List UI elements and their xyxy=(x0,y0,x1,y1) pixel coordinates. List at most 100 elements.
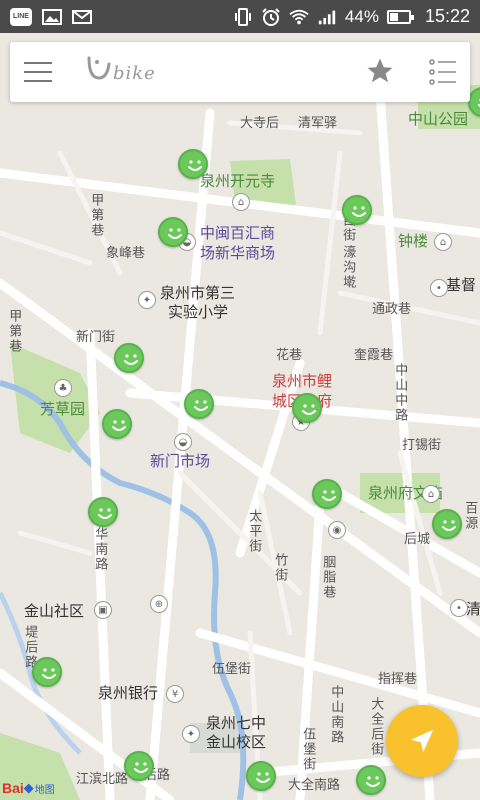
clinic-poi-icon[interactable]: • xyxy=(450,599,468,617)
map-label: 新门街 xyxy=(76,330,116,345)
park-poi-icon[interactable]: ♣ xyxy=(54,379,72,397)
school-poi-icon[interactable]: ✦ xyxy=(182,725,200,743)
bike-station-marker[interactable] xyxy=(32,657,62,687)
map-label: 泉州七中 xyxy=(206,714,267,732)
map-label: 新门市场 xyxy=(150,452,211,470)
map-label: 后城 xyxy=(404,532,431,547)
bank-poi-icon[interactable]: ¥ xyxy=(166,685,184,703)
map-label: 大全南路 xyxy=(288,778,341,793)
gallery-icon xyxy=(42,8,62,25)
map-label: 钟楼 xyxy=(398,232,429,250)
status-bar: LINE 44% 15:22 xyxy=(0,0,480,33)
bike-station-marker[interactable] xyxy=(124,751,154,781)
battery-icon xyxy=(386,9,414,24)
menu-line xyxy=(24,62,52,64)
status-notifications: LINE xyxy=(10,7,92,26)
baidu-map-word: 地图 xyxy=(34,784,55,796)
bike-station-marker[interactable] xyxy=(184,389,214,419)
map-label: 大寺后 xyxy=(240,116,280,131)
favorites-button[interactable] xyxy=(365,56,395,86)
map-label: 甲第巷 xyxy=(88,193,104,238)
ubike-logo: bike xyxy=(85,54,195,88)
map-label: 清 xyxy=(466,600,480,618)
logo-text: bike xyxy=(113,63,156,84)
baidu-brand: Bai xyxy=(2,780,24,796)
star-icon xyxy=(367,58,393,83)
map-label: 清军驿 xyxy=(298,116,338,131)
status-system: 44% 15:22 xyxy=(233,6,470,27)
bike-station-marker[interactable] xyxy=(114,343,144,373)
menu-line xyxy=(24,80,52,82)
vibrate-icon xyxy=(234,7,251,26)
battery-fill xyxy=(389,12,398,21)
transit-poi-icon[interactable]: ◉ xyxy=(328,521,346,539)
bike-station-marker[interactable] xyxy=(246,761,276,791)
map-label: 大全后街 xyxy=(368,697,384,757)
list-icon xyxy=(429,59,456,85)
map-label: 伍堡街 xyxy=(300,727,316,772)
locate-me-button[interactable] xyxy=(386,705,458,777)
baidu-paw-icon: ◆ xyxy=(23,780,34,795)
temple-poi-icon[interactable]: ⌂ xyxy=(422,485,440,503)
alarm-icon xyxy=(262,7,280,26)
top-app-bar: bike xyxy=(10,42,470,102)
map-label: 金山社区 xyxy=(24,602,85,620)
map-label: 甲第巷 xyxy=(6,309,22,354)
map-label: 泉州市第三 xyxy=(160,284,236,302)
map-label: 华南路 xyxy=(92,527,108,572)
map-label: 伍堡街 xyxy=(212,662,252,677)
bike-station-marker[interactable] xyxy=(432,509,462,539)
map-label: 中山中路 xyxy=(392,363,408,423)
map-label: 中山南路 xyxy=(328,685,344,745)
menu-button[interactable] xyxy=(24,58,52,86)
school-poi-icon[interactable]: ✦ xyxy=(138,291,156,309)
map-view[interactable]: 大寺后 清军驿 中山公园 泉州开元寺 中闽百汇商 场新华商场 象峰巷 西街 濠沟墘 钟楼 基督 泉州市… xyxy=(0,33,480,800)
map-label: 竹街 xyxy=(272,553,288,583)
navigation-arrow-icon xyxy=(410,729,434,753)
mail-icon xyxy=(72,9,92,24)
map-label: 江滨北路 xyxy=(76,772,129,787)
map-label: 花巷 xyxy=(276,348,303,363)
map-label: 指挥巷 xyxy=(378,672,418,687)
map-label: 通政巷 xyxy=(372,302,412,317)
map-label: 基督 xyxy=(446,276,477,294)
map-label: 泉州银行 xyxy=(98,684,159,702)
bike-station-marker[interactable] xyxy=(158,217,188,247)
clock: 15:22 xyxy=(424,6,470,26)
bell-tower-poi-icon[interactable]: ⌂ xyxy=(434,233,452,251)
map-label: 金山校区 xyxy=(206,733,267,751)
bike-station-marker[interactable] xyxy=(88,497,118,527)
bike-station-marker[interactable] xyxy=(178,149,208,179)
map-label: 百源 xyxy=(462,501,478,531)
map-label: 胭脂巷 xyxy=(320,555,336,600)
bike-station-marker[interactable] xyxy=(356,765,386,795)
bike-station-marker[interactable] xyxy=(312,479,342,509)
map-label: 实验小学 xyxy=(168,303,229,321)
bike-station-marker[interactable] xyxy=(102,409,132,439)
map-label: 泉州市鲤 xyxy=(272,372,333,390)
map-label: 打锡街 xyxy=(402,438,442,453)
line-app-icon: LINE xyxy=(10,7,32,26)
baidu-map-logo: Bai ◆ 地图 xyxy=(2,778,55,798)
battery-percent: 44% xyxy=(344,6,379,26)
community-poi-icon[interactable]: ▣ xyxy=(94,601,112,619)
map-label: 象峰巷 xyxy=(106,246,146,261)
map-label: 芳草园 xyxy=(40,400,86,418)
hospital-poi-icon[interactable]: ⊕ xyxy=(150,595,168,613)
bike-station-marker[interactable] xyxy=(292,393,322,423)
bike-station-marker[interactable] xyxy=(342,195,372,225)
map-label: 太平街 xyxy=(246,509,262,554)
map-label: 奎霞巷 xyxy=(354,348,394,363)
market-poi-icon[interactable]: ◒ xyxy=(174,433,192,451)
church-poi-icon[interactable]: • xyxy=(430,279,448,297)
map-label: 濠沟墘 xyxy=(340,245,356,290)
temple-poi-icon[interactable]: ⌂ xyxy=(232,193,250,211)
map-label: 中山公园 xyxy=(408,110,469,128)
menu-line xyxy=(24,71,52,73)
map-label: 泉州开元寺 xyxy=(200,172,276,190)
signal-icon xyxy=(318,10,336,24)
map-label: 中闽百汇商 xyxy=(200,224,276,242)
app-screen: LINE 44% 15:22 大寺后 清军驿 中山公园 泉州开元寺 中闽百汇商 … xyxy=(0,0,480,800)
wifi-icon xyxy=(289,9,309,24)
list-view-button[interactable] xyxy=(428,58,458,86)
